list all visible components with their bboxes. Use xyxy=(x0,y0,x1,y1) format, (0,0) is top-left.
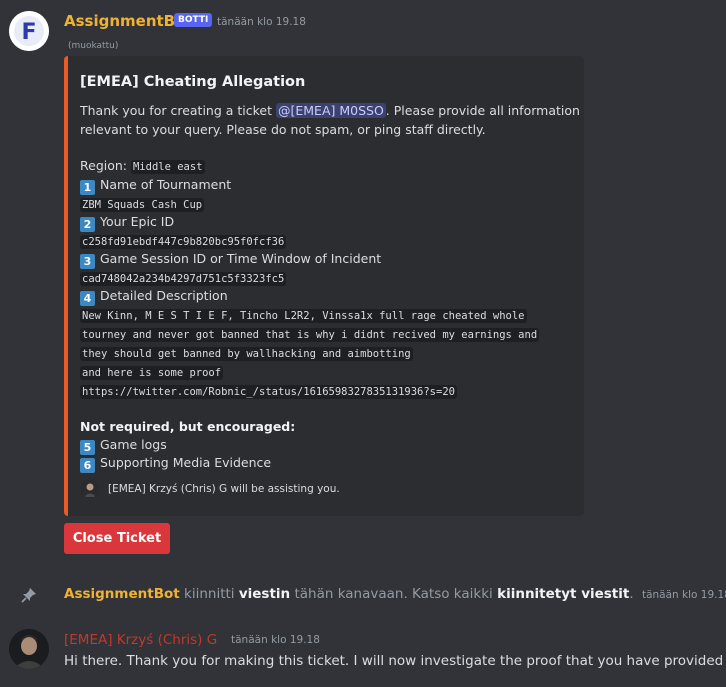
intro-text: Thank you for creating a ticket xyxy=(80,103,276,118)
close-ticket-button[interactable]: Close Ticket xyxy=(64,523,170,554)
pin-text: . xyxy=(629,586,634,602)
description-text: they should get banned by wallhacking an… xyxy=(80,347,413,361)
description-line: they should get banned by wallhacking an… xyxy=(80,345,413,361)
field-2-value: c258fd91ebdf447c9b820bc95f0fcf36 xyxy=(80,233,287,249)
edited-label: (muokattu) xyxy=(68,41,119,51)
description-line: and here is some proof xyxy=(80,364,224,380)
user-avatar[interactable] xyxy=(9,629,49,669)
message-timestamp[interactable]: tänään klo 19.18 xyxy=(217,16,306,28)
pin-author[interactable]: AssignmentBot xyxy=(64,586,180,602)
user-username[interactable]: [EMEA] Krzyś (Chris) G xyxy=(64,632,217,648)
pinned-message-link[interactable]: viestin xyxy=(239,586,290,602)
reply-message-text: Hi there. Thank you for making this tick… xyxy=(64,653,724,669)
pin-text: tähän kanavaan. Katso kaikki xyxy=(290,586,498,602)
field-label: Game logs xyxy=(100,437,167,452)
pin-text: kiinnitti xyxy=(179,586,239,602)
avatar-letter: F xyxy=(21,20,36,45)
embed-footer: [EMEA] Krzyś (Chris) G will be assisting… xyxy=(108,483,340,495)
keycap-1-icon: 1 xyxy=(80,180,95,195)
description-line: New Kinn, M E S T I E F, Tincho L2R2, Vi… xyxy=(80,307,527,323)
description-text: and here is some proof xyxy=(80,366,224,380)
description-text: tourney and never got banned that is why… xyxy=(80,328,540,342)
keycap-4-icon: 4 xyxy=(80,291,95,306)
field-2-label: 2 Your Epic ID xyxy=(80,214,174,232)
field-4-label: 4 Detailed Description xyxy=(80,288,228,306)
embed-intro-line1: Thank you for creating a ticket @[EMEA] … xyxy=(80,103,580,118)
keycap-2-icon: 2 xyxy=(80,217,95,232)
field-5-label: 5 Game logs xyxy=(80,437,167,455)
field-3-label: 3 Game Session ID or Time Window of Incid… xyxy=(80,251,381,269)
field-value: cad748042a234b4297d751c5f3323fc5 xyxy=(80,272,287,286)
user-mention[interactable]: @[EMEA] M0SSO xyxy=(275,103,386,118)
field-label: Name of Tournament xyxy=(100,177,232,192)
assignmentbot-avatar[interactable]: F xyxy=(9,11,49,51)
proof-link[interactable]: https://twitter.com/Robnic_/status/16165… xyxy=(80,385,457,399)
pinned-messages-link[interactable]: kiinnitetyt viestit xyxy=(497,586,629,602)
optional-heading: Not required, but encouraged: xyxy=(80,419,296,434)
field-label: Your Epic ID xyxy=(100,214,175,229)
intro-text-post: . Please provide all information xyxy=(385,103,580,118)
description-link-line: https://twitter.com/Robnic_/status/16165… xyxy=(80,383,457,399)
field-3-value: cad748042a234b4297d751c5f3323fc5 xyxy=(80,270,287,286)
field-1-value: ZBM Squads Cash Cup xyxy=(80,196,205,212)
field-label: Detailed Description xyxy=(100,288,228,303)
embed-title: [EMEA] Cheating Allegation xyxy=(80,74,306,90)
description-line: tourney and never got banned that is why… xyxy=(80,326,540,342)
region-value: Middle east xyxy=(130,160,205,174)
reply-timestamp[interactable]: tänään klo 19.18 xyxy=(231,634,320,646)
description-text: New Kinn, M E S T I E F, Tincho L2R2, Vi… xyxy=(80,309,527,323)
keycap-3-icon: 3 xyxy=(80,254,95,269)
field-value: ZBM Squads Cash Cup xyxy=(80,198,205,212)
keycap-5-icon: 5 xyxy=(80,440,95,455)
ticket-embed: [EMEA] Cheating Allegation Thank you for… xyxy=(64,56,584,516)
field-6-label: 6 Supporting Media Evidence xyxy=(80,455,271,473)
pin-icon xyxy=(20,586,38,604)
bot-tag-badge: BOTTI xyxy=(174,13,213,27)
pin-timestamp[interactable]: tänään klo 19.18 xyxy=(642,589,726,601)
field-label: Supporting Media Evidence xyxy=(100,455,272,470)
keycap-6-icon: 6 xyxy=(80,458,95,473)
region-line: Region: Middle east xyxy=(80,158,205,174)
field-label: Game Session ID or Time Window of Incide… xyxy=(100,251,382,266)
footer-avatar xyxy=(81,480,99,498)
region-label: Region: xyxy=(80,158,131,173)
field-1-label: 1 Name of Tournament xyxy=(80,177,231,195)
pin-notice: AssignmentBot kiinnitti viestin tähän ka… xyxy=(64,586,726,602)
field-value: c258fd91ebdf447c9b820bc95f0fcf36 xyxy=(80,235,287,249)
embed-intro-line2: relevant to your query. Please do not sp… xyxy=(80,122,486,137)
